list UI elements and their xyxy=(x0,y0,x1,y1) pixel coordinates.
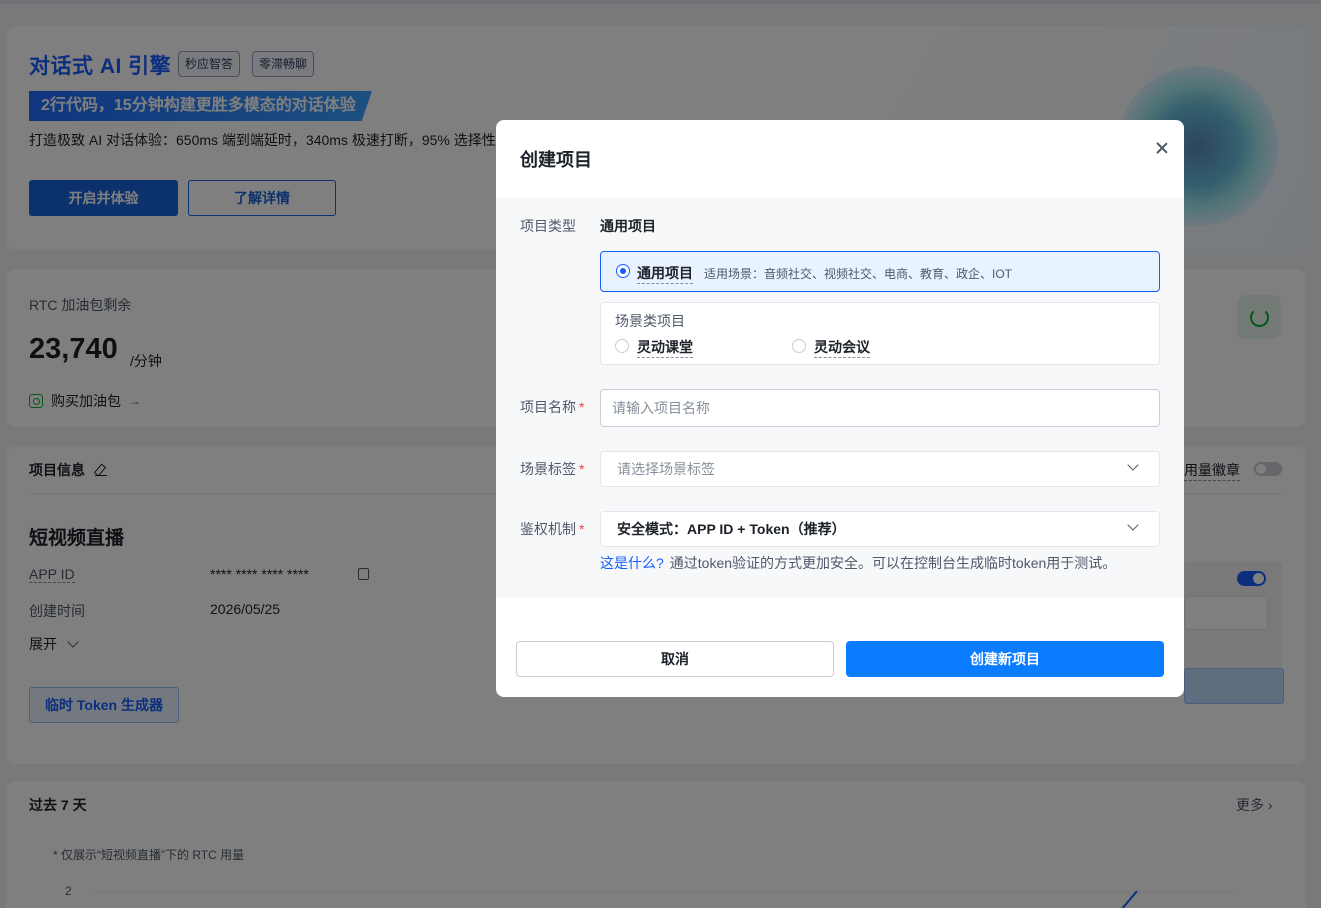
general-project-option[interactable]: 通用项目 适用场景：音频社交、视频社交、电商、教育、政企、IOT xyxy=(600,251,1160,292)
radio-classroom[interactable] xyxy=(615,339,629,353)
cancel-button[interactable]: 取消 xyxy=(516,641,834,677)
chevron-down-icon xyxy=(1127,519,1139,531)
scene-project-group: 场景类项目 灵动课堂 灵动会议 xyxy=(600,302,1160,365)
auth-select[interactable]: 安全模式：APP ID + Token（推荐） xyxy=(600,511,1160,547)
general-project-desc: 适用场景：音频社交、视频社交、电商、教育、政企、IOT xyxy=(704,267,1013,281)
auth-hint: 这是什么? 通过token验证的方式更加安全。可以在控制台生成临时token用于测… xyxy=(600,553,1116,573)
project-type-value: 通用项目 xyxy=(600,218,656,234)
scene-tag-placeholder: 请选择场景标签 xyxy=(617,461,715,477)
chevron-down-icon xyxy=(1127,459,1139,471)
scene-tag-label: 场景标签 * xyxy=(520,461,585,477)
auth-value: 安全模式：APP ID + Token（推荐） xyxy=(617,521,846,537)
project-name-input[interactable]: 请输入项目名称 xyxy=(600,389,1160,427)
radio-selected-icon xyxy=(616,264,630,278)
scene-project-title: 场景类项目 xyxy=(615,313,685,329)
what-is-this-link[interactable]: 这是什么? xyxy=(600,555,664,571)
scene-option-classroom[interactable]: 灵动课堂 xyxy=(637,337,693,358)
project-name-label: 项目名称 * xyxy=(520,399,585,415)
dialog-title: 创建项目 xyxy=(520,150,592,170)
auth-hint-text: 通过token验证的方式更加安全。可以在控制台生成临时token用于测试。 xyxy=(669,555,1117,571)
create-project-dialog: 创建项目 项目类型 通用项目 通用项目 适用场景：音频社交、视频社交、电商、教育… xyxy=(496,120,1184,697)
radio-meeting[interactable] xyxy=(792,339,806,353)
project-type-label: 项目类型 xyxy=(520,218,576,234)
scene-tag-select[interactable]: 请选择场景标签 xyxy=(600,451,1160,487)
auth-label: 鉴权机制 * xyxy=(520,521,585,537)
general-project-label: 通用项目 xyxy=(637,263,693,284)
create-project-button[interactable]: 创建新项目 xyxy=(846,641,1164,677)
scene-option-meeting[interactable]: 灵动会议 xyxy=(814,337,870,358)
close-icon[interactable] xyxy=(1152,138,1172,158)
